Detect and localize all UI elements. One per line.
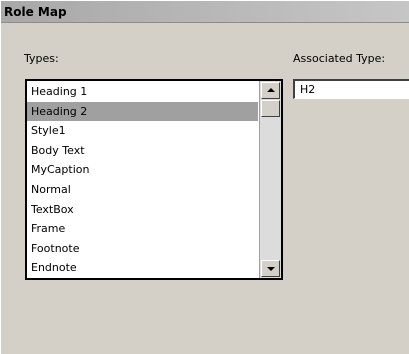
scroll-down-arrow-icon <box>267 267 275 271</box>
list-item-style1[interactable]: Style1 <box>27 121 258 141</box>
list-item-frame[interactable]: Frame <box>27 219 258 239</box>
list-item-body-text[interactable]: Body Text <box>27 141 258 161</box>
list-item-textbox[interactable]: TextBox <box>27 200 258 220</box>
types-list: Heading 1 Heading 2 Style1 Body Text MyC… <box>27 82 258 278</box>
list-item-footnote[interactable]: Footnote <box>27 239 258 259</box>
types-listbox[interactable]: Heading 1 Heading 2 Style1 Body Text MyC… <box>25 79 283 280</box>
associated-type-label: Associated Type: <box>293 52 386 65</box>
list-item-endnote[interactable]: Endnote <box>27 258 258 278</box>
list-item-mycaption[interactable]: MyCaption <box>27 160 258 180</box>
list-item-normal[interactable]: Normal <box>27 180 258 200</box>
types-scrollbar[interactable] <box>259 81 281 278</box>
list-item-heading-2[interactable]: Heading 2 <box>27 101 258 122</box>
scroll-up-button[interactable] <box>261 82 280 99</box>
window-title: Role Map <box>4 5 67 19</box>
title-bar[interactable]: Role Map <box>1 1 409 23</box>
types-label: Types: <box>24 52 59 65</box>
associated-type-field[interactable]: H2 <box>293 79 409 99</box>
associated-type-value: H2 <box>300 83 316 96</box>
role-map-dialog: Role Map Types: Heading 1 Heading 2 Styl… <box>0 0 409 354</box>
scroll-down-button[interactable] <box>261 260 280 277</box>
scroll-up-arrow-icon <box>267 88 275 92</box>
scrollbar-thumb[interactable] <box>261 100 280 117</box>
list-item-heading-1[interactable]: Heading 1 <box>27 82 258 102</box>
